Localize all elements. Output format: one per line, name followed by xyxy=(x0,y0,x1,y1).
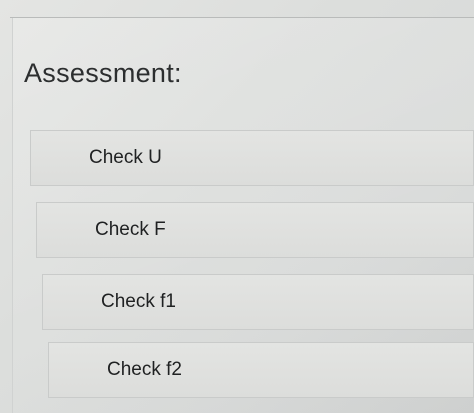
assessment-options: Check U Check F Check f1 Check f2 xyxy=(0,0,474,413)
check-f2-label: Check f2 xyxy=(107,359,182,380)
check-f-button[interactable]: Check F xyxy=(36,202,474,258)
check-f1-label: Check f1 xyxy=(101,291,176,312)
check-u-label: Check U xyxy=(89,147,162,168)
check-f-label: Check F xyxy=(95,219,166,240)
check-f1-button[interactable]: Check f1 xyxy=(42,274,474,330)
check-u-button[interactable]: Check U xyxy=(30,130,474,186)
check-f2-button[interactable]: Check f2 xyxy=(48,342,474,398)
